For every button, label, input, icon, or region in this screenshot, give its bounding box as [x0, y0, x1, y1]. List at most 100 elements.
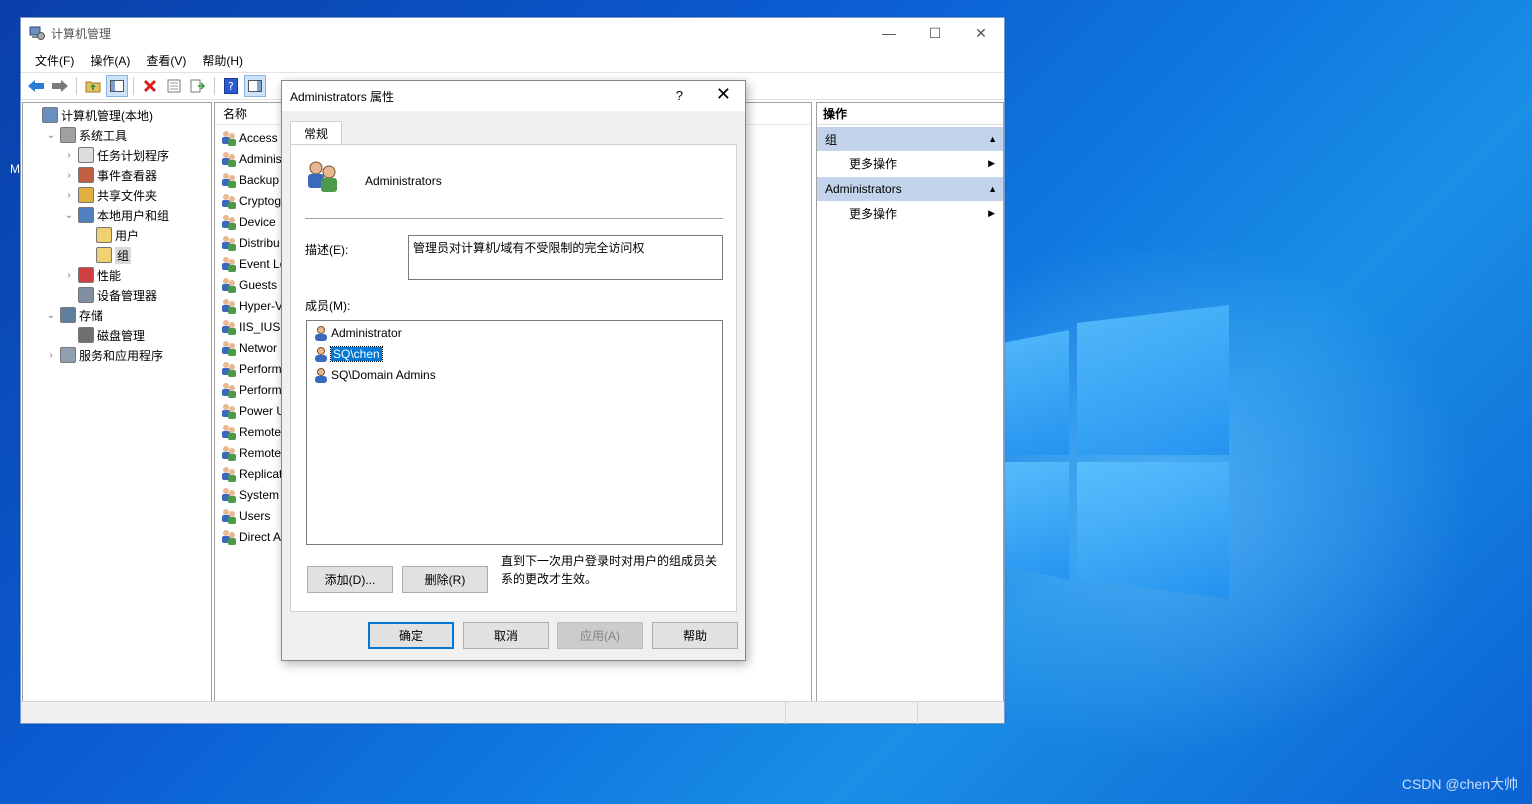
list-item[interactable]: Cryptog: [221, 191, 281, 211]
expand-toggle-icon[interactable]: ⌄: [63, 210, 75, 221]
expand-toggle-icon[interactable]: ›: [63, 270, 75, 281]
forward-arrow-icon[interactable]: [49, 75, 71, 97]
list-item[interactable]: Backup: [221, 170, 279, 190]
expand-toggle-icon[interactable]: ›: [63, 150, 75, 161]
description-field[interactable]: 管理员对计算机/域有不受限制的完全访问权: [408, 235, 723, 280]
list-item[interactable]: Direct A: [221, 527, 281, 547]
tree-item[interactable]: ⌄ 本地用户和组: [63, 205, 169, 225]
list-item[interactable]: Guests: [221, 275, 277, 295]
general-tab-panel: Administrators 描述(E): 管理员对计算机/域有不受限制的完全访…: [290, 144, 737, 612]
list-item[interactable]: Access: [221, 128, 278, 148]
group-icon: [221, 172, 237, 188]
tree-item[interactable]: 组: [81, 245, 132, 265]
title-bar[interactable]: 计算机管理 — ☐ ✕: [21, 18, 1004, 48]
status-divider: [917, 702, 918, 724]
group-icon: [221, 256, 237, 272]
maximize-button[interactable]: ☐: [912, 18, 958, 48]
list-item[interactable]: Event Lo: [221, 254, 286, 274]
cancel-button[interactable]: 取消: [463, 622, 549, 649]
tree-item-label: 计算机管理(本地): [61, 108, 153, 123]
action-group-groups[interactable]: 组 ▲: [817, 127, 1003, 151]
list-item-label: Access: [239, 131, 278, 145]
tree-item[interactable]: 设备管理器: [63, 285, 157, 305]
tree-item[interactable]: ⌄ 系统工具: [45, 125, 127, 145]
tree-item[interactable]: › 共享文件夹: [63, 185, 157, 205]
windows-logo-pane: [1077, 462, 1229, 599]
apply-button[interactable]: 应用(A): [557, 622, 643, 649]
tree-item[interactable]: › 任务计划程序: [63, 145, 169, 165]
add-member-button[interactable]: 添加(D)...: [307, 566, 393, 593]
delete-icon[interactable]: [139, 75, 161, 97]
dialog-help-text-button[interactable]: 帮助: [652, 622, 738, 649]
expand-toggle-icon[interactable]: ›: [63, 170, 75, 181]
list-item-label: System: [239, 488, 280, 502]
dialog-title: Administrators 属性: [290, 89, 395, 104]
more-actions-item[interactable]: 更多操作 ▶: [817, 201, 1003, 225]
list-item[interactable]: IIS_IUSR: [221, 317, 289, 337]
list-item[interactable]: Power U: [221, 401, 285, 421]
list-item[interactable]: Perform: [221, 380, 282, 400]
member-item[interactable]: Administrator: [313, 323, 402, 343]
tree-item-label: 用户: [115, 228, 140, 243]
list-item-label: Direct A: [239, 530, 282, 544]
tree-item-label: 本地用户和组: [97, 208, 170, 223]
collapse-up-icon[interactable]: ▲: [988, 134, 997, 144]
tree-item[interactable]: 计算机管理(本地): [27, 105, 153, 125]
close-button[interactable]: ✕: [958, 18, 1004, 48]
group-icon: [221, 382, 237, 398]
member-item[interactable]: SQ\Domain Admins: [313, 365, 436, 385]
tree-item[interactable]: 磁盘管理: [63, 325, 145, 345]
properties-icon[interactable]: [163, 75, 185, 97]
back-arrow-icon[interactable]: [25, 75, 47, 97]
list-item[interactable]: Users: [221, 506, 270, 526]
menu-help[interactable]: 帮助(H): [194, 52, 251, 69]
group-icon: [221, 235, 237, 251]
menu-view[interactable]: 查看(V): [138, 52, 194, 69]
list-item[interactable]: System: [221, 485, 279, 505]
tree-item[interactable]: › 事件查看器: [63, 165, 157, 185]
list-item[interactable]: Networ: [221, 338, 277, 358]
dialog-help-button[interactable]: ?: [676, 88, 683, 103]
group-icon: [221, 193, 237, 209]
remove-member-button[interactable]: 删除(R): [402, 566, 488, 593]
tree-item[interactable]: ⌄ 存储: [45, 305, 103, 325]
tree-item[interactable]: › 性能: [63, 265, 121, 285]
tree-item[interactable]: 用户: [81, 225, 139, 245]
toolbar-separator: [133, 77, 134, 95]
dialog-title-bar[interactable]: Administrators 属性 ? ✕: [282, 81, 745, 111]
user-icon: [313, 325, 329, 341]
expand-toggle-icon[interactable]: ⌄: [45, 130, 57, 141]
help-icon[interactable]: ?: [220, 75, 242, 97]
action-group-label: 组: [825, 132, 838, 147]
disk-icon: [78, 327, 94, 343]
list-item[interactable]: Replicat: [221, 464, 282, 484]
list-item[interactable]: Remote: [221, 443, 281, 463]
members-list[interactable]: Administrator SQ\chen SQ\Domain Admins: [306, 320, 723, 545]
ok-button[interactable]: 确定: [368, 622, 454, 649]
tree-item[interactable]: › 服务和应用程序: [45, 345, 163, 365]
dialog-close-button[interactable]: ✕: [716, 84, 731, 105]
member-item[interactable]: SQ\chen: [313, 344, 383, 364]
minimize-button[interactable]: —: [866, 18, 912, 48]
export-list-icon[interactable]: [187, 75, 209, 97]
action-group-administrators[interactable]: Administrators ▲: [817, 177, 1003, 201]
list-item[interactable]: Distribu: [221, 233, 280, 253]
list-item[interactable]: Device: [221, 212, 276, 232]
show-action-pane-icon[interactable]: [244, 75, 266, 97]
console-tree-icon[interactable]: [106, 75, 128, 97]
list-item[interactable]: Perform: [221, 359, 282, 379]
tab-general[interactable]: 常规: [290, 121, 342, 145]
list-item[interactable]: Remote: [221, 422, 281, 442]
computer-icon: [42, 107, 58, 123]
list-item[interactable]: Hyper-V: [221, 296, 283, 316]
more-actions-label: 更多操作: [849, 206, 898, 221]
expand-toggle-icon[interactable]: ›: [63, 190, 75, 201]
expand-toggle-icon[interactable]: ›: [45, 350, 57, 361]
more-actions-item[interactable]: 更多操作 ▶: [817, 151, 1003, 175]
collapse-up-icon[interactable]: ▲: [988, 184, 997, 194]
expand-toggle-icon[interactable]: ⌄: [45, 310, 57, 321]
menu-action[interactable]: 操作(A): [82, 52, 138, 69]
list-item[interactable]: Adminis: [221, 149, 282, 169]
menu-file[interactable]: 文件(F): [27, 52, 82, 69]
up-folder-icon[interactable]: [82, 75, 104, 97]
